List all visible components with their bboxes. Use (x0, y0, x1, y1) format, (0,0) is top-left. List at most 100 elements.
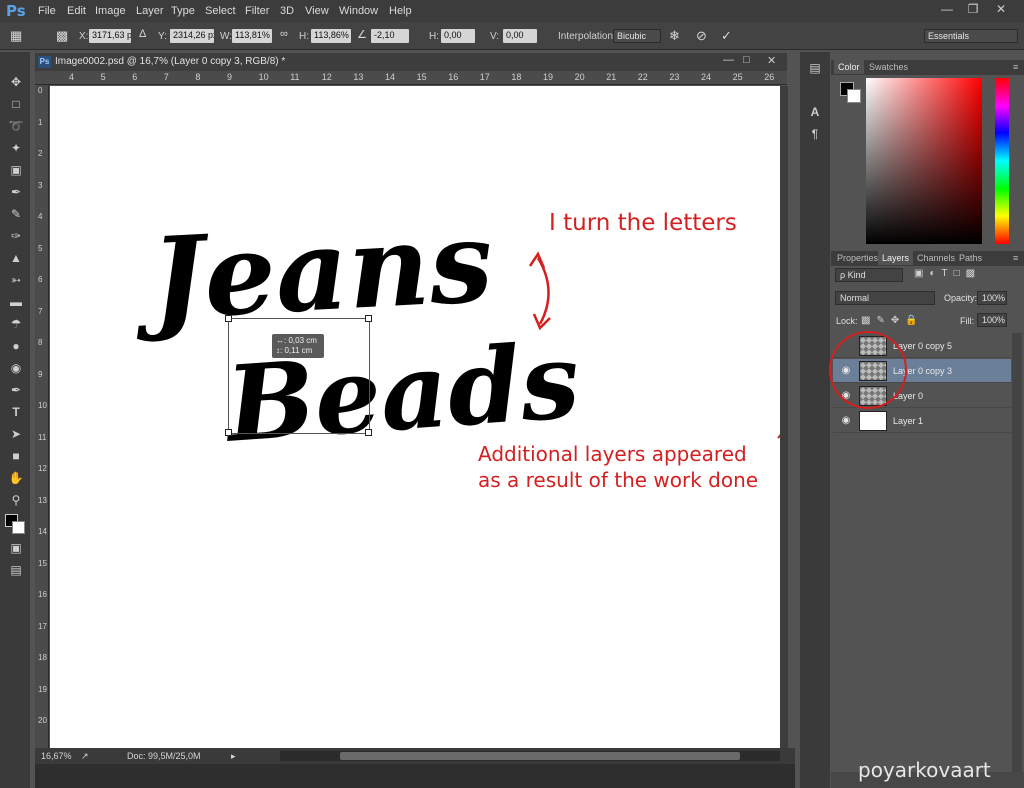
angle-field[interactable]: -2,10 (371, 29, 409, 43)
move-tool-icon[interactable]: ✥ (8, 74, 24, 90)
warp-icon[interactable]: ❄ (669, 28, 680, 44)
lock-icons[interactable]: ▩✎✥🔒 (861, 315, 924, 326)
color-panel-background[interactable] (847, 89, 861, 103)
pen-tool-icon[interactable]: ✒ (8, 382, 24, 398)
document-tab[interactable]: Ps Image0002.psd @ 16,7% (Layer 0 copy 3… (35, 53, 787, 71)
restore-icon[interactable]: ❐ (962, 2, 984, 18)
doc-size-info: Doc: 99,5M/25,0M (127, 751, 201, 761)
hand-tool-icon[interactable]: ✋ (8, 470, 24, 486)
menu-image[interactable]: Image (95, 5, 126, 17)
ruler-tick-label: 13 (353, 72, 364, 82)
y-field[interactable]: 2314,26 px (170, 29, 214, 43)
fill-field[interactable]: 100% (977, 313, 1007, 327)
layer-thumbnail (859, 411, 887, 431)
menu-edit[interactable]: Edit (67, 5, 86, 17)
transform-tool-icon[interactable]: ▦ (10, 28, 22, 44)
menu-filter[interactable]: Filter (245, 5, 269, 17)
rotate-arrow-icon (528, 251, 551, 331)
tab-paths[interactable]: Paths (955, 251, 986, 265)
paint-bucket-tool-icon[interactable]: ☂ (8, 316, 24, 332)
menu-select[interactable]: Select (205, 5, 236, 17)
color-picker-field[interactable] (866, 78, 982, 244)
transform-handle-tr[interactable] (365, 315, 372, 322)
width-field[interactable]: 113,81% (232, 29, 272, 43)
history-panel-icon[interactable]: ▤ (807, 60, 823, 76)
hue-slider[interactable] (995, 78, 1009, 244)
transform-handle-tl[interactable] (225, 315, 232, 322)
horizontal-scroll-thumb[interactable] (340, 752, 740, 760)
menu-3d[interactable]: 3D (280, 5, 294, 17)
horizontal-scrollbar[interactable] (280, 751, 780, 761)
eye-icon[interactable]: ◉ (839, 415, 853, 427)
horizontal-ruler[interactable]: 4 5 6 7 8 9 10 11 12 13 14 15 16 17 18 19 20 21 22 23 24 25 26 (35, 71, 787, 85)
quick-mask-icon[interactable]: ▣ (8, 540, 24, 556)
lasso-tool-icon[interactable]: ➰ (8, 118, 24, 134)
doc-restore-icon[interactable]: □ (743, 54, 750, 66)
vskew-field[interactable]: 0,00 (503, 29, 537, 43)
link-icon[interactable]: ∞ (280, 28, 288, 40)
transform-handle-br[interactable] (365, 429, 372, 436)
cancel-transform-icon[interactable]: ⊘ (696, 28, 707, 44)
opacity-field[interactable]: 100% (977, 291, 1007, 305)
tab-layers[interactable]: Layers (878, 251, 914, 265)
interpolation-select[interactable]: Bicubic (613, 29, 661, 43)
height-field[interactable]: 113,86% (311, 29, 351, 43)
magic-wand-tool-icon[interactable]: ✦ (8, 140, 24, 156)
reference-point-icon[interactable]: ▩ (56, 28, 68, 44)
doc-close-icon[interactable]: ✕ (767, 54, 776, 67)
share-icon[interactable]: ↗ (81, 751, 89, 762)
layer-kind-filter[interactable]: ρ Kind (835, 268, 903, 282)
healing-brush-tool-icon[interactable]: ✎ (8, 206, 24, 222)
menu-layer[interactable]: Layer (136, 5, 164, 17)
blend-mode-select[interactable]: Normal (835, 291, 935, 305)
transform-handle-bl[interactable] (225, 429, 232, 436)
menu-file[interactable]: File (38, 5, 56, 17)
tab-properties[interactable]: Properties (833, 251, 882, 265)
path-selection-tool-icon[interactable]: ➤ (8, 426, 24, 442)
tab-swatches[interactable]: Swatches (865, 60, 912, 74)
document-canvas[interactable]: Jeans Beads (50, 86, 780, 748)
eyedropper-tool-icon[interactable]: ✒ (8, 184, 24, 200)
zoom-tool-icon[interactable]: ⚲ (8, 492, 24, 508)
tab-channels[interactable]: Channels (913, 251, 959, 265)
crop-tool-icon[interactable]: ▣ (8, 162, 24, 178)
history-brush-tool-icon[interactable]: ➳ (8, 272, 24, 288)
zoom-level[interactable]: 16,67% (41, 751, 72, 761)
rectangle-tool-icon[interactable]: ■ (8, 448, 24, 464)
ruler-tick-label: 9 (227, 72, 233, 82)
brush-tool-icon[interactable]: ✑ (8, 228, 24, 244)
ruler-tick-label: 14 (385, 72, 396, 82)
character-panel-icon[interactable]: A (807, 104, 823, 120)
layer-row[interactable]: ◉ Layer 1 (833, 409, 1011, 433)
status-menu-arrow-icon[interactable]: ▸ (231, 751, 236, 762)
commit-transform-icon[interactable]: ✓ (721, 28, 732, 44)
layer-filter-icons[interactable]: ▣◐T□▩ (914, 268, 981, 279)
color-panel-tabs: Color Swatches ≡ (831, 60, 1024, 75)
eraser-tool-icon[interactable]: ▬ (8, 294, 24, 310)
layers-scrollbar[interactable] (1012, 333, 1022, 773)
tab-color[interactable]: Color (834, 60, 864, 74)
workspace-select[interactable]: Essentials (924, 29, 1018, 43)
hskew-field[interactable]: 0,00 (441, 29, 475, 43)
minimize-icon[interactable]: — (936, 2, 958, 18)
dodge-tool-icon[interactable]: ◉ (8, 360, 24, 376)
menu-help[interactable]: Help (389, 5, 412, 17)
close-icon[interactable]: ✕ (990, 2, 1012, 18)
paragraph-panel-icon[interactable]: ¶ (807, 126, 823, 142)
menu-window[interactable]: Window (339, 5, 378, 17)
vertical-ruler[interactable]: 0 1 2 3 4 5 6 7 8 9 10 11 12 13 14 15 16 17 18 19 20 (35, 85, 49, 748)
clone-stamp-tool-icon[interactable]: ▲ (8, 250, 24, 266)
background-color-swatch[interactable] (12, 521, 25, 534)
type-tool-icon[interactable]: T (8, 404, 24, 420)
screen-mode-icon[interactable]: ▤ (8, 562, 24, 578)
color-panel-menu-icon[interactable]: ≡ (1009, 60, 1022, 74)
ruler-tick-label: 6 (38, 275, 43, 284)
x-field[interactable]: 3171,63 px (89, 29, 131, 43)
doc-minimize-icon[interactable]: — (723, 54, 734, 66)
layers-panel-menu-icon[interactable]: ≡ (1009, 251, 1022, 265)
marquee-tool-icon[interactable]: □ (8, 96, 24, 112)
blur-tool-icon[interactable]: ● (8, 338, 24, 354)
menu-type[interactable]: Type (171, 5, 195, 17)
relative-position-icon[interactable]: Δ (139, 28, 146, 40)
menu-view[interactable]: View (305, 5, 329, 17)
